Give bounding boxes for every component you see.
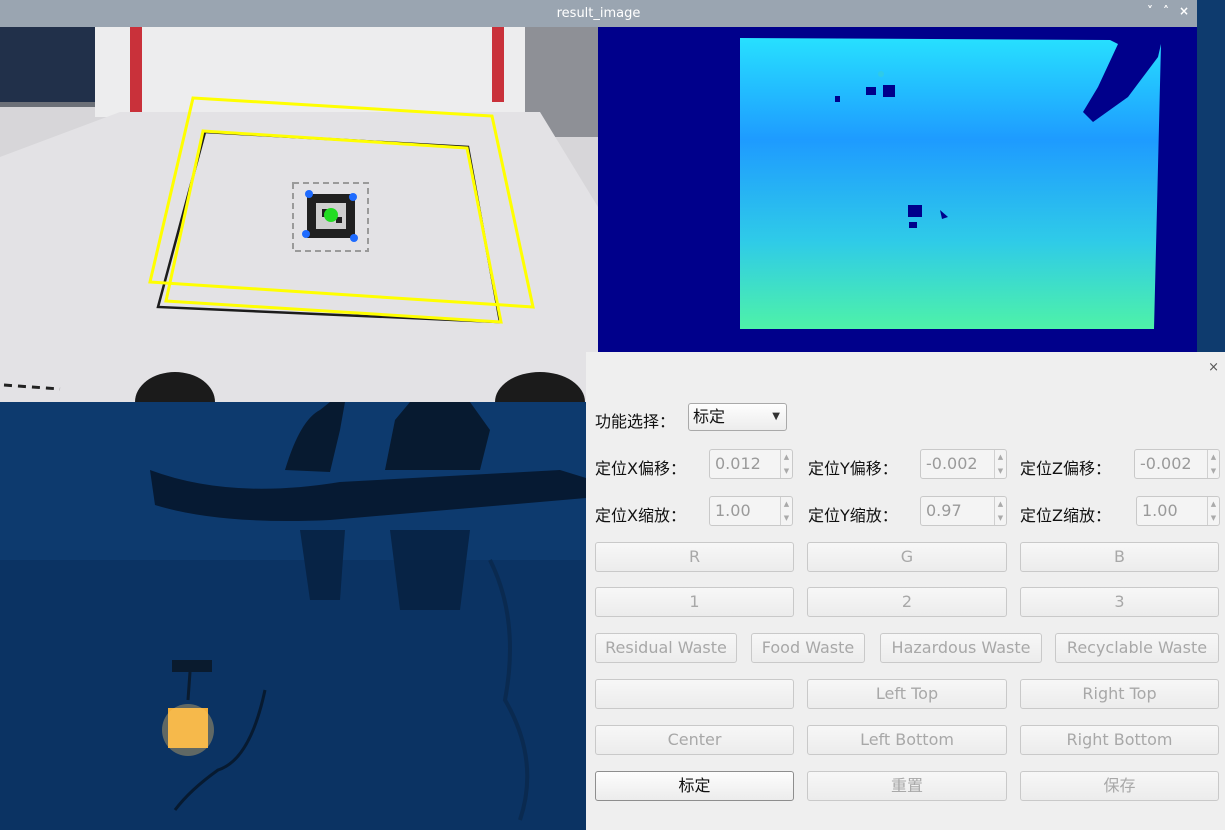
scale-z-spinbox[interactable]: 1.00 ▲ ▼	[1136, 496, 1220, 526]
color-g-button[interactable]: G	[807, 542, 1007, 572]
function-select-label: 功能选择：	[595, 412, 676, 431]
food-waste-button[interactable]: Food Waste	[751, 633, 865, 663]
depth-map	[598, 27, 1197, 402]
camera-scene	[0, 27, 598, 402]
offset-y-label: 定位Y偏移：	[808, 459, 898, 478]
arrow-up-icon[interactable]: ▲	[995, 497, 1006, 511]
offset-x-spinbox[interactable]: 0.012 ▲ ▼	[709, 449, 793, 479]
scale-y-value: 0.97	[926, 501, 962, 520]
left-top-button[interactable]: Left Top	[807, 679, 1007, 709]
arrow-up-icon[interactable]: ▲	[1208, 497, 1219, 511]
arrow-down-icon[interactable]: ▼	[1208, 511, 1219, 525]
offset-z-spinbox[interactable]: -0.002 ▲ ▼	[1134, 449, 1220, 479]
arrow-down-icon[interactable]: ▼	[781, 511, 792, 525]
save-button[interactable]: 保存	[1020, 771, 1219, 801]
arrow-down-icon[interactable]: ▼	[781, 464, 792, 478]
blank-position-button[interactable]	[595, 679, 794, 709]
color-b-button[interactable]: B	[1020, 542, 1219, 572]
arrow-up-icon[interactable]: ▲	[995, 450, 1006, 464]
close-icon[interactable]: ×	[1208, 360, 1219, 375]
offset-z-value: -0.002	[1140, 454, 1192, 473]
residual-waste-button[interactable]: Residual Waste	[595, 633, 737, 663]
color-r-button[interactable]: R	[595, 542, 794, 572]
right-bottom-button[interactable]: Right Bottom	[1020, 725, 1219, 755]
close-icon[interactable]: ×	[1179, 4, 1189, 18]
offset-y-value: -0.002	[926, 454, 978, 473]
right-top-button[interactable]: Right Top	[1020, 679, 1219, 709]
number-1-button[interactable]: 1	[595, 587, 794, 617]
reset-button[interactable]: 重置	[807, 771, 1007, 801]
result-window-title: result_image	[556, 6, 641, 21]
offset-x-value: 0.012	[715, 454, 761, 473]
function-select-dropdown[interactable]: 标定 ▼	[688, 403, 787, 431]
depth-image	[598, 27, 1197, 402]
arrow-down-icon[interactable]: ▼	[995, 511, 1006, 525]
scale-x-label: 定位X缩放：	[595, 506, 686, 525]
calibrate-button[interactable]: 标定	[595, 771, 794, 801]
arrow-up-icon[interactable]: ▲	[781, 450, 792, 464]
arrow-down-icon[interactable]: ▼	[995, 464, 1006, 478]
camera-image	[0, 27, 598, 402]
number-2-button[interactable]: 2	[807, 587, 1007, 617]
chevron-up-icon[interactable]: ˄	[1163, 4, 1169, 18]
function-select-value: 标定	[693, 407, 726, 426]
offset-x-label: 定位X偏移：	[595, 459, 686, 478]
scale-z-value: 1.00	[1142, 501, 1178, 520]
arrow-up-icon[interactable]: ▲	[781, 497, 792, 511]
recyclable-waste-button[interactable]: Recyclable Waste	[1055, 633, 1219, 663]
control-panel-window[interactable]: × 功能选择： 标定 ▼ 定位X偏移： 0.012 ▲ ▼ 定位Y偏移： -0.0…	[586, 352, 1225, 830]
center-button[interactable]: Center	[595, 725, 794, 755]
left-bottom-button[interactable]: Left Bottom	[807, 725, 1007, 755]
scale-y-spinbox[interactable]: 0.97 ▲ ▼	[920, 496, 1007, 526]
dropdown-arrow-icon: ▼	[772, 411, 780, 422]
hazardous-waste-button[interactable]: Hazardous Waste	[880, 633, 1042, 663]
result-image-window[interactable]: result_image ˅ ˄ ×	[0, 0, 1197, 402]
chevron-down-icon[interactable]: ˅	[1147, 4, 1153, 18]
result-window-titlebar[interactable]: result_image ˅ ˄ ×	[0, 0, 1197, 27]
offset-z-label: 定位Z偏移：	[1020, 459, 1111, 478]
control-window-titlebar[interactable]: ×	[586, 352, 1225, 402]
scale-y-label: 定位Y缩放：	[808, 506, 898, 525]
marker-center-dot	[324, 208, 338, 222]
scale-x-spinbox[interactable]: 1.00 ▲ ▼	[709, 496, 793, 526]
scale-x-value: 1.00	[715, 501, 751, 520]
arrow-up-icon[interactable]: ▲	[1208, 450, 1219, 464]
offset-y-spinbox[interactable]: -0.002 ▲ ▼	[920, 449, 1007, 479]
arrow-down-icon[interactable]: ▼	[1208, 464, 1219, 478]
number-3-button[interactable]: 3	[1020, 587, 1219, 617]
scale-z-label: 定位Z缩放：	[1020, 506, 1111, 525]
